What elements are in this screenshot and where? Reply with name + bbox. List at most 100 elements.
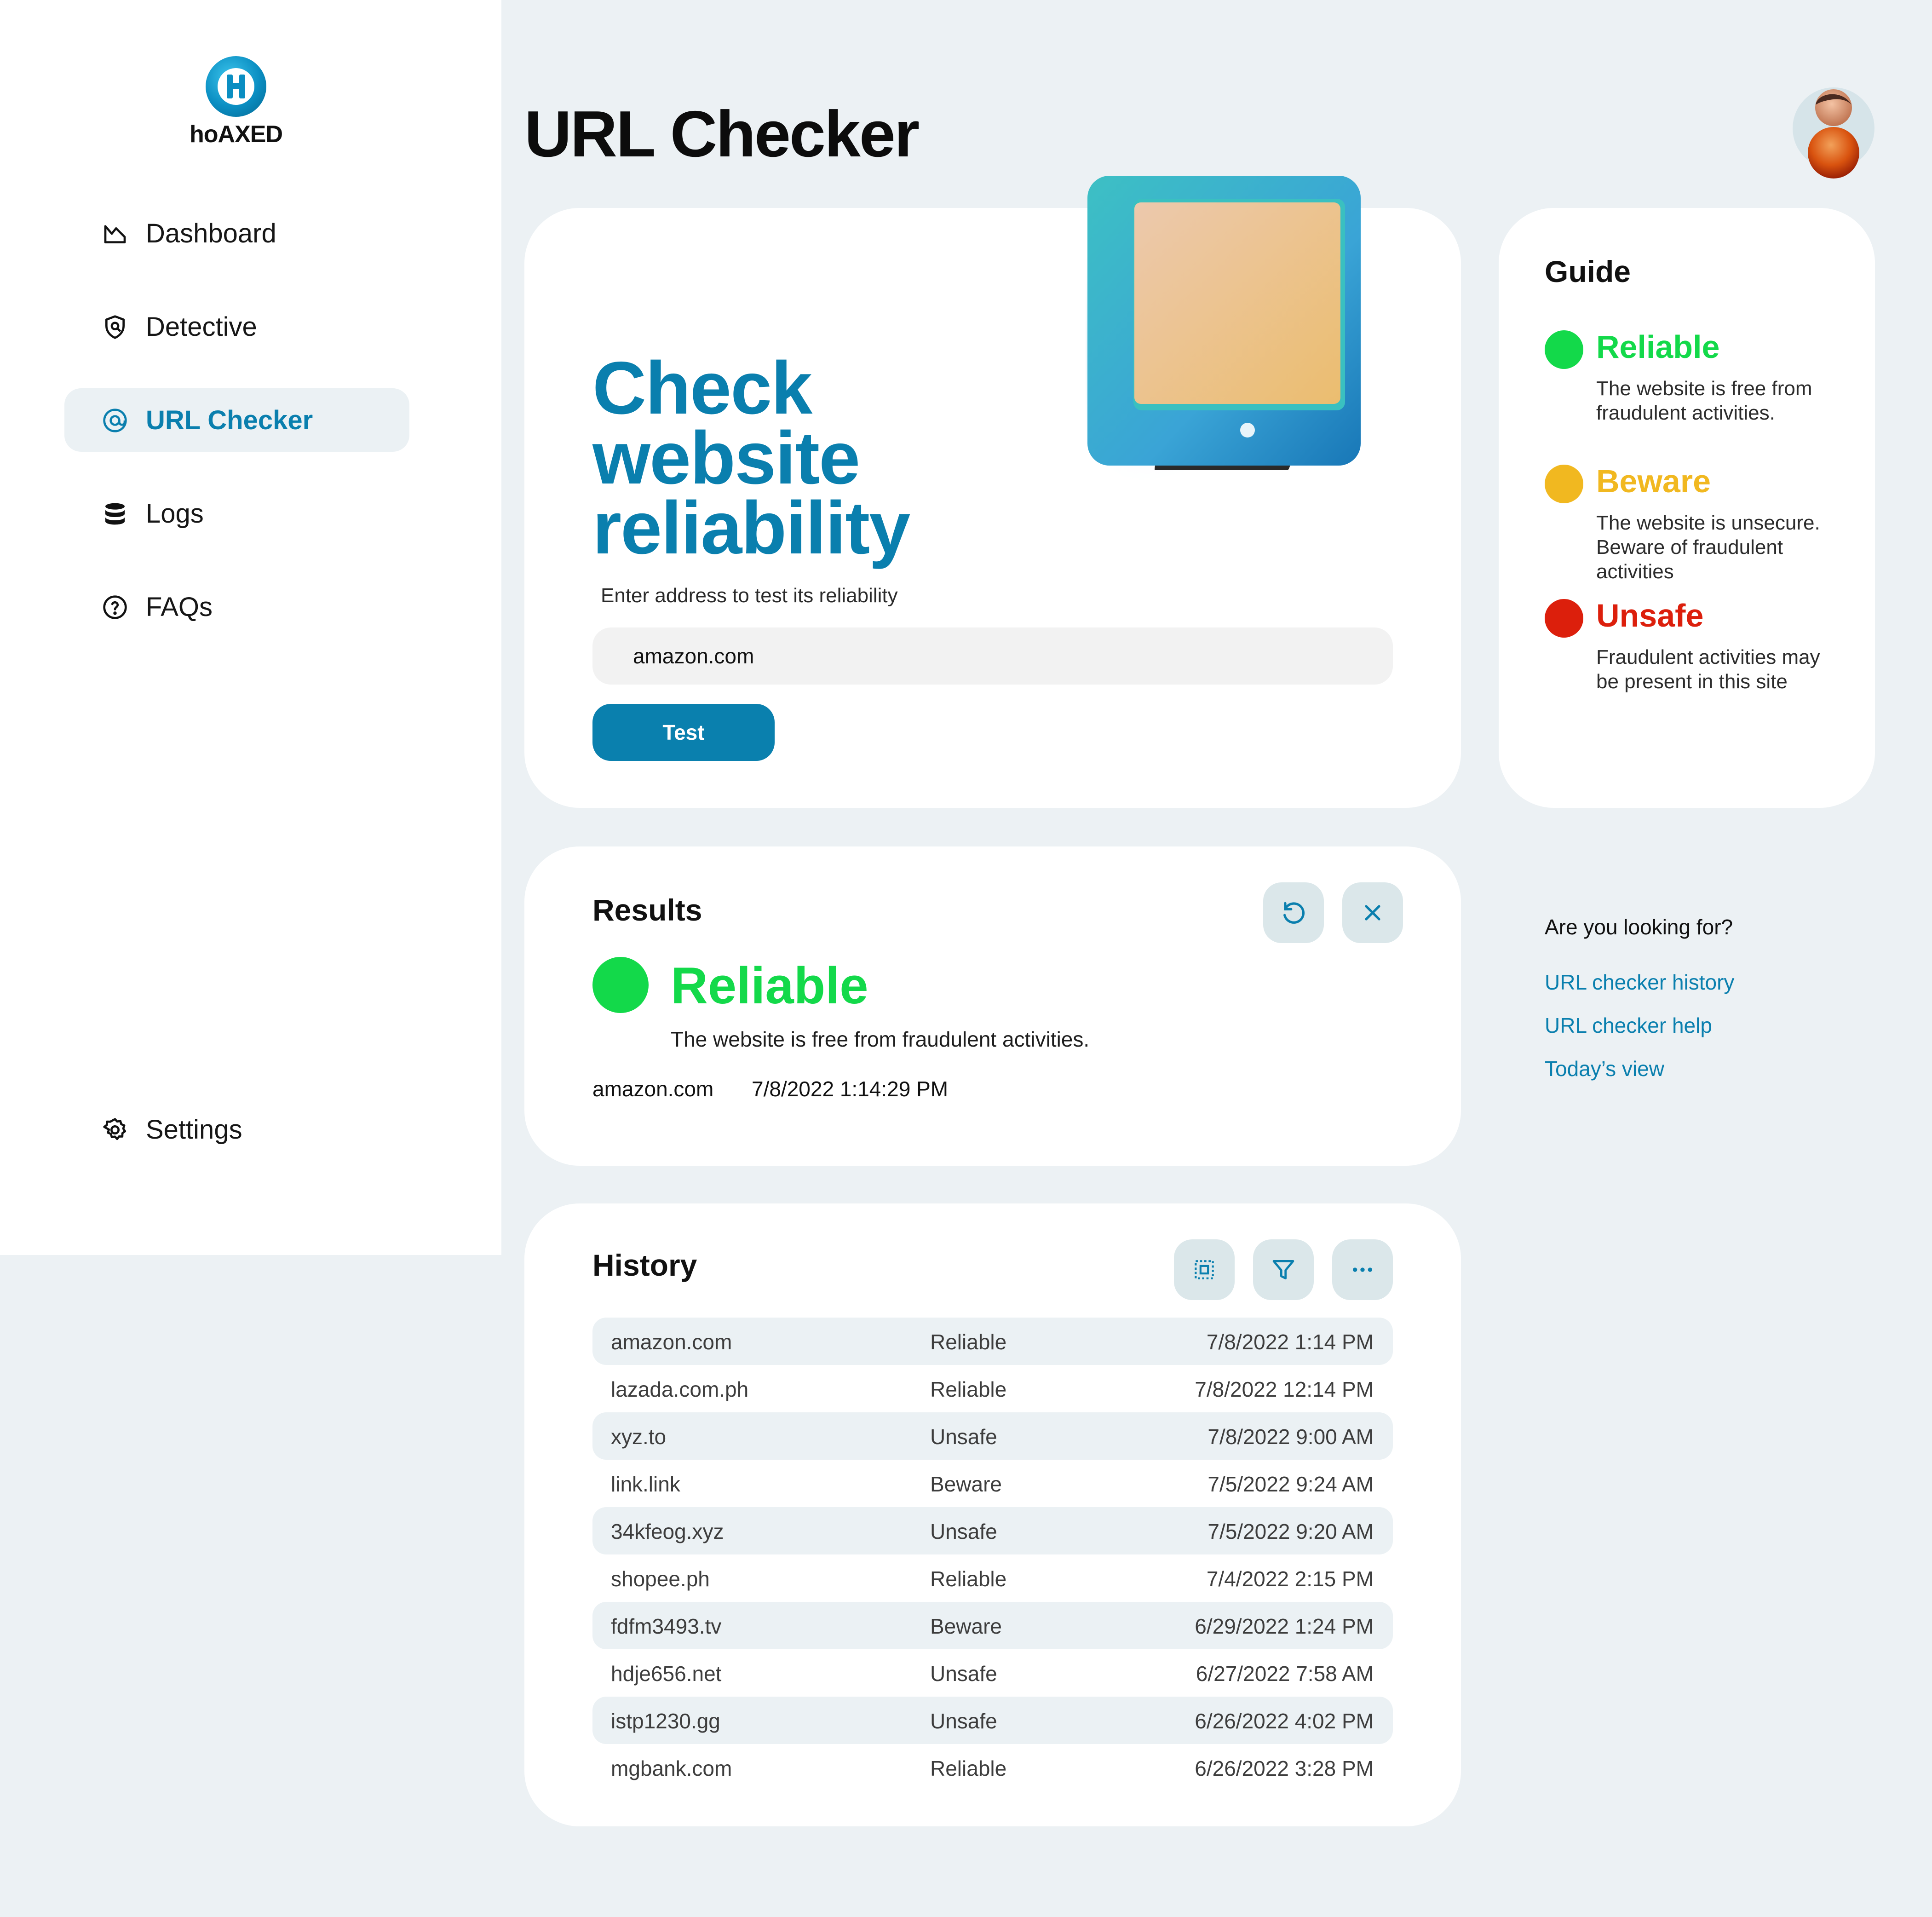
refresh-button[interactable] bbox=[1263, 882, 1324, 943]
results-title: Results bbox=[592, 893, 702, 927]
row-url: xyz.to bbox=[611, 1425, 667, 1449]
more-icon bbox=[1353, 1267, 1372, 1272]
more-button[interactable] bbox=[1332, 1239, 1393, 1300]
sidebar-item-label: URL Checker bbox=[146, 405, 313, 435]
result-timestamp: 7/8/2022 1:14:29 PM bbox=[752, 1077, 949, 1101]
sidebar-item-url-checker[interactable]: URL Checker bbox=[64, 388, 409, 452]
results-card: Results Reliable The website is free fro… bbox=[524, 846, 1461, 1166]
chart-icon bbox=[104, 225, 126, 243]
avatar[interactable] bbox=[1793, 87, 1874, 178]
row-url: 34kfeog.xyz bbox=[611, 1520, 724, 1543]
result-url: amazon.com bbox=[592, 1077, 714, 1101]
row-status: Reliable bbox=[930, 1567, 1007, 1591]
sidebar-item-logs[interactable]: Logs bbox=[64, 482, 409, 545]
select-icon bbox=[1195, 1260, 1214, 1279]
url-input[interactable] bbox=[592, 627, 1393, 685]
at-icon bbox=[103, 409, 127, 432]
close-icon bbox=[1365, 905, 1380, 921]
guide-item-desc: The website is free from fraudulent acti… bbox=[1596, 377, 1812, 424]
row-url: amazon.com bbox=[611, 1330, 732, 1354]
row-url: mgbank.com bbox=[611, 1756, 732, 1780]
user-avatar-icon bbox=[1808, 89, 1859, 178]
reliable-indicator-icon bbox=[1545, 330, 1583, 369]
guide-item-desc: Fraudulent activities may be present in … bbox=[1596, 646, 1820, 693]
table-row[interactable]: istp1230.gg Unsafe 6/26/2022 4:02 PM bbox=[592, 1697, 1393, 1744]
sidebar-item-label: Detective bbox=[146, 311, 257, 342]
guide-title: Guide bbox=[1545, 254, 1631, 288]
table-row[interactable]: link.link Beware 7/5/2022 9:24 AM bbox=[592, 1460, 1393, 1507]
row-status: Reliable bbox=[930, 1377, 1007, 1401]
sidebar-item-label: Settings bbox=[146, 1114, 242, 1145]
row-url: istp1230.gg bbox=[611, 1709, 720, 1733]
row-status: Beware bbox=[930, 1472, 1002, 1496]
filter-button[interactable] bbox=[1253, 1239, 1314, 1300]
history-title: History bbox=[592, 1248, 697, 1282]
sidebar-item-settings[interactable]: Settings bbox=[64, 1098, 409, 1161]
table-row[interactable]: amazon.com Reliable 7/8/2022 1:14 PM bbox=[592, 1318, 1393, 1365]
row-date: 6/27/2022 7:58 AM bbox=[1196, 1662, 1374, 1686]
row-status: Unsafe bbox=[930, 1709, 997, 1733]
unsafe-indicator-icon bbox=[1545, 599, 1583, 638]
sidebar: hoAXED Dashboard Detective URL Checker L… bbox=[0, 0, 501, 1255]
row-url: fdfm3493.tv bbox=[611, 1614, 722, 1638]
filter-icon bbox=[1272, 1260, 1294, 1279]
link-todays-view[interactable]: Today’s view bbox=[1545, 1056, 1664, 1081]
row-status: Unsafe bbox=[930, 1425, 997, 1449]
shield-icon bbox=[105, 315, 125, 339]
history-card: History amazon.com Reliable 7/8/2022 1:14 … bbox=[524, 1203, 1461, 1826]
sidebar-item-faqs[interactable]: FAQs bbox=[64, 575, 409, 639]
logo-icon[interactable] bbox=[206, 56, 266, 117]
row-status: Reliable bbox=[930, 1330, 1007, 1354]
sidebar-item-dashboard[interactable]: Dashboard bbox=[64, 201, 409, 265]
check-card: Check website reliability Enter address … bbox=[524, 176, 1461, 808]
refresh-icon bbox=[1283, 902, 1305, 924]
row-date: 6/26/2022 4:02 PM bbox=[1195, 1709, 1374, 1733]
row-date: 6/29/2022 1:24 PM bbox=[1195, 1614, 1374, 1638]
result-status: Reliable bbox=[671, 957, 868, 1014]
table-row[interactable]: lazada.com.ph Reliable 7/8/2022 12:14 PM bbox=[592, 1365, 1393, 1412]
table-row[interactable]: mgbank.com Reliable 6/26/2022 3:28 PM bbox=[592, 1744, 1393, 1791]
guide-item-name: Unsafe bbox=[1596, 598, 1704, 633]
table-row[interactable]: shopee.ph Reliable 7/4/2022 2:15 PM bbox=[592, 1554, 1393, 1602]
database-icon bbox=[105, 503, 125, 525]
row-date: 7/8/2022 12:14 PM bbox=[1195, 1377, 1374, 1401]
guide-item-name: Beware bbox=[1596, 463, 1711, 499]
link-url-checker-history[interactable]: URL checker history bbox=[1545, 970, 1734, 995]
logo-text: hoAXED bbox=[190, 121, 283, 148]
row-status: Beware bbox=[930, 1614, 1002, 1638]
result-description: The website is free from fraudulent acti… bbox=[671, 1027, 1090, 1051]
monitor-illustration-icon bbox=[1086, 176, 1361, 489]
test-button[interactable]: Test bbox=[592, 704, 775, 761]
table-row[interactable]: hdje656.net Unsafe 6/27/2022 7:58 AM bbox=[592, 1649, 1393, 1697]
looking-for-title: Are you looking for? bbox=[1545, 915, 1733, 939]
row-url: shopee.ph bbox=[611, 1567, 710, 1591]
row-date: 7/8/2022 1:14 PM bbox=[1206, 1330, 1374, 1354]
sidebar-item-label: FAQs bbox=[146, 592, 213, 622]
sidebar-item-label: Logs bbox=[146, 498, 204, 529]
gear-icon bbox=[103, 1118, 126, 1140]
guide-item-desc: The website is unsecure. Beware of fraud… bbox=[1596, 512, 1820, 583]
row-status: Unsafe bbox=[930, 1520, 997, 1543]
close-button[interactable] bbox=[1342, 882, 1403, 943]
result-status-indicator-icon bbox=[592, 957, 649, 1013]
history-table: amazon.com Reliable 7/8/2022 1:14 PM lazad… bbox=[592, 1318, 1393, 1791]
row-status: Reliable bbox=[930, 1756, 1007, 1780]
beware-indicator-icon bbox=[1545, 465, 1583, 503]
sidebar-item-detective[interactable]: Detective bbox=[64, 295, 409, 358]
link-url-checker-help[interactable]: URL checker help bbox=[1545, 1013, 1712, 1038]
select-button[interactable] bbox=[1174, 1239, 1235, 1300]
sidebar-item-label: Dashboard bbox=[146, 218, 276, 248]
row-date: 7/5/2022 9:24 AM bbox=[1208, 1472, 1374, 1496]
row-url: link.link bbox=[611, 1472, 680, 1496]
table-row[interactable]: 34kfeog.xyz Unsafe 7/5/2022 9:20 AM bbox=[592, 1507, 1393, 1554]
page-title: URL Checker bbox=[524, 98, 920, 171]
row-date: 7/4/2022 2:15 PM bbox=[1206, 1567, 1374, 1591]
table-row[interactable]: fdfm3493.tv Beware 6/29/2022 1:24 PM bbox=[592, 1602, 1393, 1649]
row-date: 6/26/2022 3:28 PM bbox=[1195, 1756, 1374, 1780]
row-date: 7/8/2022 9:00 AM bbox=[1208, 1425, 1374, 1449]
guide-card: Guide Reliable The website is free from … bbox=[1499, 208, 1875, 808]
row-status: Unsafe bbox=[930, 1662, 997, 1686]
row-date: 7/5/2022 9:20 AM bbox=[1208, 1520, 1374, 1543]
help-icon bbox=[103, 595, 127, 619]
table-row[interactable]: xyz.to Unsafe 7/8/2022 9:00 AM bbox=[592, 1412, 1393, 1460]
